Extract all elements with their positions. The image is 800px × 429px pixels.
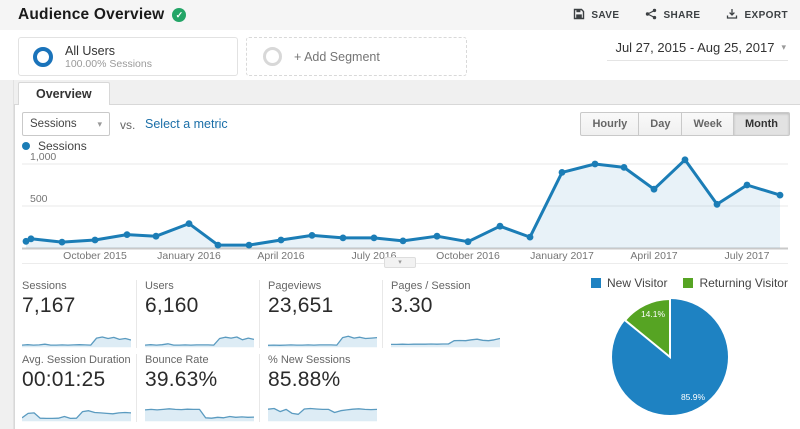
segment-subtitle: 100.00% Sessions [65,57,152,70]
metric-value: 6,160 [145,294,199,317]
metric-label[interactable]: Sessions [22,280,130,292]
metric-card: Users 6,160 [145,280,260,348]
export-button[interactable]: EXPORT [726,8,788,23]
metric-select-value: Sessions [30,118,77,130]
svg-text:500: 500 [30,193,48,205]
svg-text:January 2017: January 2017 [530,250,594,262]
chart-collapse-handle[interactable]: ▾ [384,257,416,268]
ga-audience-overview-screen: Audience Overview ✓ SAVE SHARE EXPORT All … [0,0,800,429]
svg-text:October 2015: October 2015 [63,250,127,262]
add-segment-ring-icon [263,47,282,66]
metric-card: Pages / Session 3.30 [391,280,506,348]
metric-value: 39.63% [145,368,218,391]
metric-value: 23,651 [268,294,334,317]
pie-legend: New Visitor Returning Visitor [591,276,788,290]
metric-card: Pageviews 23,651 [268,280,383,348]
pie-legend-item[interactable]: Returning Visitor [683,276,788,290]
page-title: Audience Overview [18,6,165,23]
add-segment-label: + Add Segment [294,49,380,64]
svg-text:April 2016: April 2016 [257,250,304,262]
share-button[interactable]: SHARE [645,8,700,23]
metric-sparkline [391,337,500,348]
metric-label[interactable]: Bounce Rate [145,354,253,366]
select-metric-link[interactable]: Select a metric [145,117,228,131]
sessions-line-chart[interactable]: 500 1,000 October 2015 January 2016 April 20… [14,150,800,266]
download-icon [726,8,738,23]
metric-select-dropdown[interactable]: Sessions ▾ [22,112,110,136]
legend-swatch-icon [591,278,601,288]
add-segment-button[interactable]: + Add Segment [246,37,467,76]
svg-text:January 2016: January 2016 [157,250,221,262]
metric-value: 85.88% [268,368,341,391]
floppy-disk-icon [573,8,585,23]
caret-down-icon: ▾ [97,118,102,129]
metric-card: Sessions 7,167 [22,280,137,348]
svg-text:April 2017: April 2017 [630,250,677,262]
left-gutter [0,80,14,429]
save-button[interactable]: SAVE [573,8,619,23]
svg-text:July 2017: July 2017 [725,250,770,262]
metric-label[interactable]: Pageviews [268,280,376,292]
header-actions: SAVE SHARE EXPORT [573,0,788,30]
svg-text:1,000: 1,000 [30,151,56,163]
tab-overview[interactable]: Overview [18,82,110,105]
pie-legend-label: New Visitor [607,276,668,290]
svg-text:85.9%: 85.9% [681,392,706,402]
granularity-day-button[interactable]: Day [639,112,683,136]
metric-sparkline [22,410,131,422]
metric-label[interactable]: Pages / Session [391,280,500,292]
metric-value: 00:01:25 [22,368,106,391]
svg-text:October 2016: October 2016 [436,250,500,262]
metrics-row-2: Avg. Session Duration 00:01:25 Bounce Rate… [22,354,391,422]
granularity-week-button[interactable]: Week [682,112,735,136]
metric-sparkline [145,336,254,348]
date-range-picker[interactable]: Jul 27, 2015 - Aug 25, 2017 ▾ [607,38,788,61]
legend-dot-icon [22,142,30,150]
pie-legend-label: Returning Visitor [699,276,788,290]
date-range-text: Jul 27, 2015 - Aug 25, 2017 [615,40,775,55]
legend-swatch-icon [683,278,694,288]
metric-label[interactable]: Avg. Session Duration [22,354,131,366]
segment-ring-icon [33,46,53,67]
metric-card: % New Sessions 85.88% [268,354,383,422]
verified-check-icon: ✓ [172,8,187,22]
metric-sparkline [268,335,377,348]
pie-legend-item[interactable]: New Visitor [591,276,667,290]
top-bar: Audience Overview ✓ SAVE SHARE EXPORT [0,0,800,30]
vs-label: vs. [120,118,136,132]
metric-value: 7,167 [22,294,76,317]
metric-sparkline [268,407,377,422]
metric-sparkline [145,408,254,422]
metric-card: Bounce Rate 39.63% [145,354,260,422]
granularity-hourly-button[interactable]: Hourly [580,112,640,136]
metric-label[interactable]: % New Sessions [268,354,377,366]
metric-label[interactable]: Users [145,280,253,292]
metrics-row-1: Sessions 7,167 Users 6,160 Pageviews 23,651 Pa… [22,280,514,348]
segment-all-users[interactable]: All Users 100.00% Sessions [18,37,238,76]
share-nodes-icon [645,8,657,23]
metric-value: 3.30 [391,294,433,317]
visitor-type-pie-chart[interactable]: 85.9% 14.1% [605,292,735,422]
segment-title: All Users [65,43,116,58]
metric-sparkline [22,336,131,348]
granularity-toggle: Hourly Day Week Month [580,112,790,136]
granularity-month-button[interactable]: Month [734,112,790,136]
metric-card: Avg. Session Duration 00:01:25 [22,354,137,422]
caret-down-icon: ▾ [781,42,786,52]
svg-text:14.1%: 14.1% [641,309,666,319]
segment-bar: All Users 100.00% Sessions + Add Segment… [0,30,800,80]
